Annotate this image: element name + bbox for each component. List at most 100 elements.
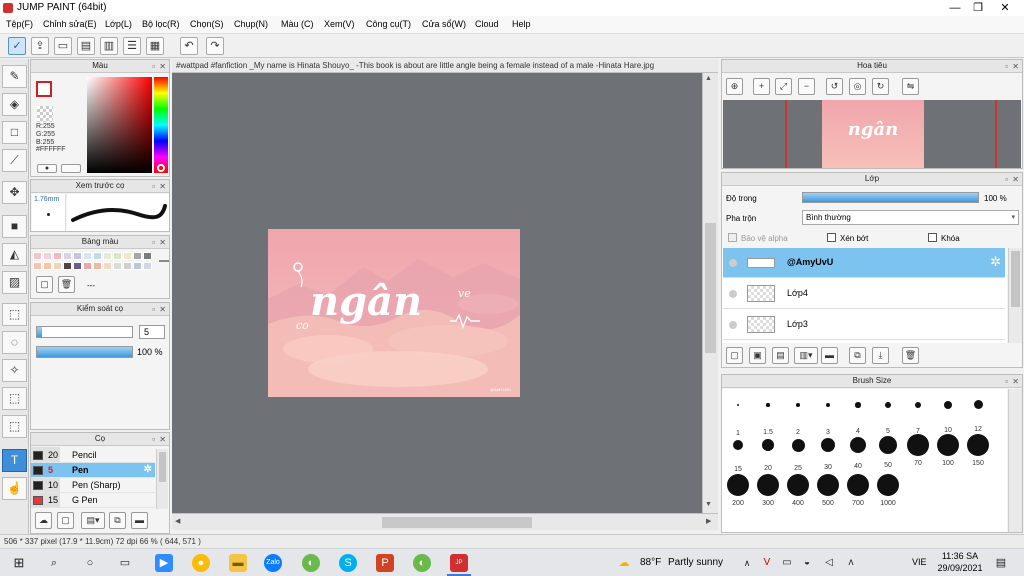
app-green-2-icon[interactable]: ◐ bbox=[413, 554, 431, 572]
palette-swatch[interactable] bbox=[53, 262, 62, 270]
brush-size-option[interactable]: 70 bbox=[903, 433, 933, 467]
brush-size-option[interactable]: 100 bbox=[933, 433, 963, 467]
comment-icon[interactable]: ▭ bbox=[54, 37, 72, 55]
saturation-picker[interactable] bbox=[87, 77, 152, 173]
menu-capture[interactable]: Chụp(N) bbox=[234, 19, 268, 29]
foreground-color[interactable] bbox=[36, 81, 52, 97]
redo-icon[interactable]: ↷ bbox=[206, 37, 224, 55]
new-raster-layer-icon[interactable]: ▣ bbox=[749, 347, 766, 364]
float-icon[interactable]: ▫ bbox=[1005, 174, 1008, 186]
palette-swatch[interactable] bbox=[33, 262, 42, 270]
close-button[interactable]: ✕ bbox=[990, 0, 1020, 16]
maximize-button[interactable]: ❐ bbox=[963, 0, 993, 16]
brush-item-pen[interactable]: 5 Pen ✲ bbox=[31, 463, 155, 478]
zalo-icon[interactable]: Zalo bbox=[264, 554, 282, 572]
weather-text[interactable]: Partly sunny bbox=[668, 557, 723, 568]
color-mode-button[interactable]: ● bbox=[37, 164, 57, 173]
brush-size-option[interactable]: 1.5 bbox=[753, 393, 783, 436]
network-icon[interactable]: ◒ bbox=[798, 554, 816, 572]
brush-size-option[interactable]: 25 bbox=[783, 433, 813, 472]
close-panel-icon[interactable]: ✕ bbox=[159, 181, 166, 193]
float-icon[interactable]: ▫ bbox=[152, 304, 155, 316]
antivirus-icon[interactable]: V bbox=[758, 554, 776, 572]
size-input[interactable]: 5 bbox=[139, 325, 165, 339]
brush-size-option[interactable]: 30 bbox=[813, 433, 843, 471]
close-panel-icon[interactable]: ✕ bbox=[159, 237, 166, 249]
trash-icon[interactable]: 🗑 bbox=[902, 347, 919, 364]
palette-swatch[interactable] bbox=[33, 252, 42, 260]
cortana-icon[interactable]: ○ bbox=[81, 554, 99, 572]
brush-size-option[interactable]: 2 bbox=[783, 393, 813, 436]
brush-item-pencil[interactable]: 20 Pencil bbox=[31, 448, 155, 463]
brush-size-option[interactable]: 5 bbox=[873, 393, 903, 435]
chevron-up-icon[interactable]: ∧ bbox=[738, 554, 756, 572]
palette-swatch[interactable] bbox=[43, 262, 52, 270]
hand-tool-icon[interactable]: ☝ bbox=[2, 477, 27, 500]
zoom-in-icon[interactable]: + bbox=[753, 78, 770, 95]
close-panel-icon[interactable]: ✕ bbox=[1012, 376, 1019, 388]
navigator-preview[interactable]: ngân bbox=[723, 100, 1021, 168]
layer-options-icon[interactable]: ▥▾ bbox=[794, 347, 818, 364]
flip-icon[interactable]: ⇋ bbox=[902, 78, 919, 95]
layer-folder-icon[interactable]: ▬ bbox=[821, 347, 838, 364]
scroll-up-icon[interactable]: ▲ bbox=[705, 75, 712, 82]
layer-row[interactable]: Lớp3 bbox=[723, 310, 1005, 340]
new-halftone-layer-icon[interactable]: ▤ bbox=[772, 347, 789, 364]
gear-icon[interactable]: ✲ bbox=[990, 254, 1001, 270]
brush-copy-icon[interactable]: ⧉ bbox=[109, 512, 126, 529]
float-icon[interactable]: ▫ bbox=[152, 61, 155, 73]
bucket-tool-icon[interactable]: ◭ bbox=[2, 243, 27, 266]
skype-icon[interactable]: S bbox=[339, 554, 357, 572]
palette-swatch[interactable] bbox=[83, 252, 92, 260]
transparent-color[interactable] bbox=[37, 106, 53, 122]
palette-swatch[interactable] bbox=[53, 252, 62, 260]
brush-item-pen-sharp[interactable]: 10 Pen (Sharp) bbox=[31, 478, 155, 493]
notification-icon[interactable]: ▤ bbox=[992, 554, 1010, 572]
document-tab[interactable]: #wattpad #fanfiction _My name is Hinata … bbox=[172, 59, 718, 73]
menu-color[interactable]: Màu (C) bbox=[281, 19, 314, 29]
menu-tools[interactable]: Công cụ(T) bbox=[366, 19, 411, 29]
hue-handle[interactable] bbox=[157, 164, 165, 172]
brush-size-option[interactable]: 12 bbox=[963, 393, 993, 433]
menu-window[interactable]: Cửa sổ(W) bbox=[422, 19, 466, 29]
layer-row[interactable]: Lớp4 bbox=[723, 279, 1005, 309]
trash-icon[interactable]: 🗑 bbox=[58, 276, 75, 293]
scroll-thumb[interactable] bbox=[1011, 251, 1020, 307]
canvas-vertical-scrollbar[interactable]: ▲ ▼ bbox=[702, 73, 718, 513]
palette-swatch[interactable] bbox=[123, 262, 132, 270]
brush-size-option[interactable]: 40 bbox=[843, 433, 873, 470]
palette-swatch[interactable] bbox=[93, 252, 102, 260]
select-rect-icon[interactable]: ⬚ bbox=[2, 303, 27, 326]
message-icon[interactable]: ▤ bbox=[77, 37, 95, 55]
zoom-out-icon[interactable]: − bbox=[798, 78, 815, 95]
lock-checkbox[interactable] bbox=[928, 233, 937, 242]
canvas-horizontal-scrollbar[interactable]: ◀ ▶ bbox=[172, 513, 718, 530]
palette-slider[interactable] bbox=[159, 260, 169, 262]
layer-list-scrollbar[interactable] bbox=[1008, 248, 1022, 343]
color-swap-button[interactable] bbox=[61, 164, 81, 173]
search-icon[interactable]: ⌕ bbox=[45, 554, 63, 572]
task-view-icon[interactable]: ▭ bbox=[116, 554, 134, 572]
menu-select[interactable]: Chọn(S) bbox=[190, 19, 224, 29]
scroll-down-icon[interactable]: ▼ bbox=[705, 501, 712, 508]
palette-swatch[interactable] bbox=[73, 252, 82, 260]
palette-swatch[interactable] bbox=[93, 262, 102, 270]
palette-swatch[interactable] bbox=[143, 252, 152, 260]
text-tool-icon[interactable]: T bbox=[2, 449, 27, 472]
select-pen-icon[interactable]: ⬚ bbox=[2, 387, 27, 410]
new-layer-icon[interactable]: ▢ bbox=[726, 347, 743, 364]
gear-icon[interactable]: ✲ bbox=[144, 463, 152, 477]
powerpoint-icon[interactable]: P bbox=[376, 554, 394, 572]
menu-file[interactable]: Tệp(F) bbox=[6, 19, 33, 29]
palette-swatch[interactable] bbox=[73, 262, 82, 270]
brush-size-option[interactable]: 1 bbox=[723, 393, 753, 437]
file-explorer-icon[interactable]: ▬ bbox=[229, 554, 247, 572]
rotate-reset-icon[interactable]: ◎ bbox=[849, 78, 866, 95]
palette-swatch[interactable] bbox=[123, 252, 132, 260]
chrome-icon[interactable]: ● bbox=[192, 554, 210, 572]
menu-filter[interactable]: Bộ lọc(R) bbox=[142, 19, 180, 29]
brush-size-option[interactable]: 3 bbox=[813, 393, 843, 436]
line-tool-icon[interactable]: ⟋ bbox=[2, 149, 27, 172]
new-page-icon[interactable]: ▢ bbox=[36, 276, 53, 293]
clock-date[interactable]: 29/09/2021 bbox=[936, 563, 984, 573]
